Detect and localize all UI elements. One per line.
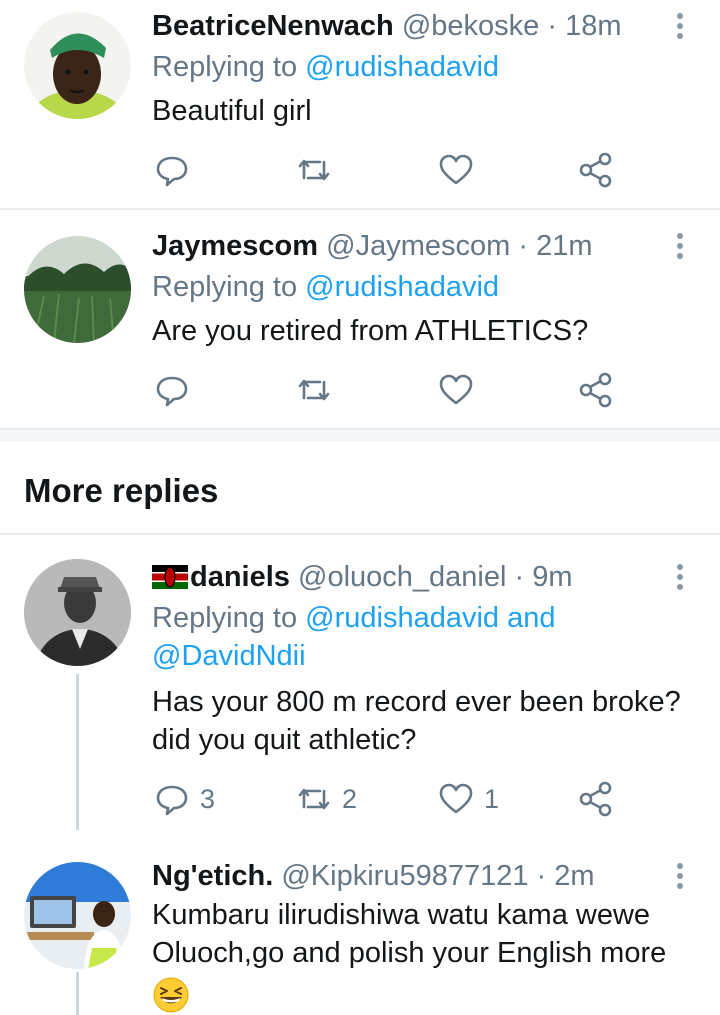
replying-to-label: Replying to — [152, 271, 298, 303]
replying-to-line: Replying to @rudishadavid — [152, 48, 692, 86]
section-separator — [0, 428, 720, 442]
retweet-icon — [298, 788, 330, 810]
user-handle[interactable]: @Kipkiru59877121 — [281, 860, 528, 892]
tweet-header: Jaymescom @Jaymescom · 21m — [152, 228, 592, 264]
heart-icon — [439, 374, 473, 405]
reply-button[interactable] — [152, 370, 192, 410]
user-handle[interactable]: @bekoske — [402, 10, 539, 42]
reply-icon — [156, 785, 188, 816]
tweet-text-line: Kumbaru ilirudishiwa watu kama wewe — [152, 899, 651, 931]
like-button[interactable]: 1 — [436, 779, 499, 819]
mention-link[interactable]: @rudishadavid — [305, 51, 499, 83]
heart-icon — [439, 154, 473, 185]
tweet-actions — [152, 370, 632, 410]
separator-dot: · — [514, 561, 525, 593]
avatar[interactable] — [24, 559, 131, 666]
tweet-text: Kumbaru ilirudishiwa watu kama wewe Oluo… — [152, 896, 702, 972]
tweet-text-line: Has your 800 m record ever been broke? — [152, 686, 681, 718]
separator-dot: · — [536, 860, 547, 892]
tweet-actions — [152, 150, 632, 190]
reply-icon — [156, 376, 188, 407]
share-button[interactable] — [576, 150, 616, 190]
more-options-icon[interactable] — [668, 10, 692, 46]
reply-button[interactable]: 3 — [152, 779, 215, 819]
retweet-button[interactable]: 2 — [294, 779, 357, 819]
retweet-icon — [298, 379, 330, 401]
share-button[interactable] — [576, 370, 616, 410]
display-name[interactable]: Ng'etich. — [152, 860, 273, 892]
timestamp[interactable]: 18m — [565, 10, 621, 42]
timestamp[interactable]: 9m — [532, 561, 572, 593]
separator-dot: · — [547, 10, 558, 42]
tweet-text: Has your 800 m record ever been broke? d… — [152, 683, 702, 759]
share-button[interactable] — [576, 779, 616, 819]
retweet-button[interactable] — [294, 370, 334, 410]
replying-to-label: Replying to — [152, 602, 298, 634]
tweet-actions: 3 2 1 — [152, 779, 632, 819]
reply-count: 3 — [200, 783, 216, 814]
tweet[interactable]: daniels @oluoch_daniel · 9m Replying to … — [0, 535, 720, 835]
tweet-text: Beautiful girl — [152, 95, 312, 127]
replying-to-line: Replying to @rudishadavid — [152, 268, 692, 306]
more-options-icon[interactable] — [668, 860, 692, 896]
tweet-header: Ng'etich. @Kipkiru59877121 · 2m — [152, 858, 595, 894]
tweet-text-line: did you quit athletic? — [152, 724, 417, 756]
separator-dot: · — [518, 230, 528, 262]
tweet-header: BeatriceNenwach @bekoske · 18m — [152, 8, 622, 44]
like-button[interactable] — [436, 370, 476, 410]
tweet[interactable]: Ng'etich. @Kipkiru59877121 · 2m Kumbaru … — [0, 840, 720, 1015]
timestamp[interactable]: 2m — [554, 860, 594, 892]
user-handle[interactable]: @oluoch_daniel — [298, 561, 506, 593]
retweet-button[interactable] — [294, 150, 334, 190]
share-icon — [579, 372, 612, 408]
tweet-text: Are you retired from ATHLETICS? — [152, 315, 589, 347]
more-options-icon[interactable] — [668, 230, 692, 266]
avatar[interactable] — [24, 12, 131, 119]
more-options-icon[interactable] — [668, 561, 692, 597]
tweet-header: daniels @oluoch_daniel · 9m — [152, 559, 573, 595]
mention-link[interactable]: @rudishadavid — [305, 271, 499, 303]
tweet[interactable]: Jaymescom @Jaymescom · 21m Replying to @… — [0, 210, 720, 430]
display-name[interactable]: Jaymescom — [152, 230, 318, 262]
replying-to-conjunction[interactable]: and — [507, 602, 555, 634]
tweet-text-line: Oluoch,go and polish your English more — [152, 937, 667, 969]
reply-icon — [156, 156, 188, 187]
avatar[interactable] — [24, 862, 131, 969]
more-replies-heading: More replies — [24, 472, 219, 509]
replying-to-label: Replying to — [152, 51, 298, 83]
retweet-icon — [298, 159, 330, 181]
display-name[interactable]: BeatriceNenwach — [152, 10, 394, 42]
share-icon — [579, 781, 612, 817]
avatar[interactable] — [24, 236, 131, 343]
share-icon — [579, 152, 612, 188]
like-count: 1 — [484, 783, 500, 814]
grinning-squinting-face-icon — [153, 977, 189, 1013]
tweet[interactable]: BeatriceNenwach @bekoske · 18m Replying … — [0, 0, 720, 210]
user-handle[interactable]: @Jaymescom — [326, 230, 510, 262]
timestamp[interactable]: 21m — [536, 230, 592, 262]
like-button[interactable] — [436, 150, 476, 190]
retweet-count: 2 — [342, 783, 358, 814]
mention-link[interactable]: @rudishadavid — [305, 602, 499, 634]
mention-link[interactable]: @DavidNdii — [152, 640, 306, 672]
heart-icon — [439, 783, 473, 814]
reply-button[interactable] — [152, 150, 192, 190]
replying-to-line: Replying to @rudishadavid and @DavidNdii — [152, 599, 692, 675]
display-name[interactable]: daniels — [190, 561, 290, 593]
kenya-flag-icon — [152, 565, 188, 589]
